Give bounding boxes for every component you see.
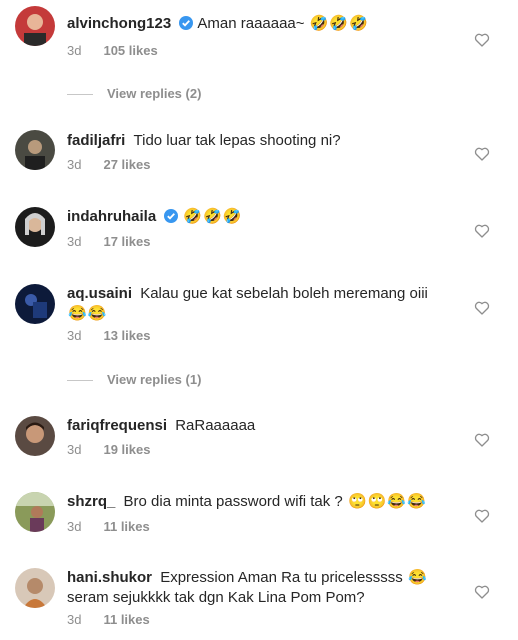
- comment-meta: 3d 27 likes: [67, 157, 150, 173]
- comment-time: 3d: [67, 612, 82, 627]
- view-replies-label[interactable]: View replies (1): [107, 372, 201, 387]
- verified-badge-icon: [179, 16, 194, 36]
- comment-text: Expression Aman Ra tu pricelesssss: [160, 569, 403, 586]
- emoji: 🤣: [349, 15, 368, 32]
- avatar[interactable]: [15, 568, 55, 608]
- comment-meta: 3d 17 likes: [67, 234, 150, 250]
- comment-time: 3d: [67, 442, 82, 457]
- comment-meta: 3d 105 likes: [67, 43, 158, 59]
- comment-time: 3d: [67, 157, 82, 172]
- comment-username[interactable]: shzrq_: [67, 493, 120, 510]
- heart-icon[interactable]: [474, 223, 490, 239]
- verified-badge-icon: [164, 209, 179, 229]
- comment-text-continued: seram sejukkkk tak dgn Kak Lina Pom Pom?: [67, 589, 365, 606]
- emoji: 😂: [407, 493, 426, 510]
- comment-meta: 3d 11 likes: [67, 612, 150, 628]
- heart-icon[interactable]: [474, 508, 490, 524]
- comment-time: 3d: [67, 234, 82, 249]
- comment-meta: 3d 11 likes: [67, 519, 150, 535]
- heart-icon[interactable]: [474, 432, 490, 448]
- comment-username[interactable]: fadiljafri: [67, 132, 130, 149]
- comment-username[interactable]: aq.usaini: [67, 285, 136, 302]
- comment-likes[interactable]: 27 likes: [103, 157, 150, 172]
- avatar[interactable]: [15, 492, 55, 532]
- comment-likes[interactable]: 11 likes: [103, 519, 149, 534]
- comment-username[interactable]: alvinchong123: [67, 15, 175, 32]
- avatar[interactable]: [15, 416, 55, 456]
- heart-icon[interactable]: [474, 584, 490, 600]
- comment-likes[interactable]: 13 likes: [103, 328, 150, 343]
- emoji: 🤣: [309, 15, 329, 32]
- comment-text: RaRaaaaaa: [175, 417, 256, 434]
- emoji: 🙄: [367, 493, 387, 510]
- comment-text: Aman raaaaaa~: [197, 15, 305, 32]
- view-replies-label[interactable]: View replies (2): [107, 86, 201, 101]
- comment-text: Tido luar tak lepas shooting ni?: [133, 132, 341, 149]
- emoji: 🤣: [329, 15, 349, 32]
- comment-body: hani.shukor Expression Aman Ra tu pricel…: [67, 568, 457, 608]
- avatar[interactable]: [15, 284, 55, 324]
- comment-text: Bro dia minta password wifi tak ?: [123, 493, 343, 510]
- avatar[interactable]: [15, 130, 55, 170]
- comment-likes[interactable]: 105 likes: [103, 43, 157, 58]
- comment-username[interactable]: indahruhaila: [67, 208, 160, 225]
- emoji: 🤣: [203, 208, 222, 225]
- comment-time: 3d: [67, 519, 82, 534]
- comment-body: fariqfrequensi RaRaaaaaa: [67, 416, 457, 436]
- replies-divider: [67, 380, 93, 381]
- comment-body: shzrq_ Bro dia minta password wifi tak ?…: [67, 492, 457, 512]
- comment-meta: 3d 13 likes: [67, 328, 150, 344]
- replies-divider: [67, 94, 93, 95]
- emoji: 😂: [387, 493, 407, 510]
- comment-body: fadiljafri Tido luar tak lepas shooting …: [67, 131, 457, 151]
- emoji: 🤣: [222, 208, 242, 225]
- heart-icon[interactable]: [474, 300, 490, 316]
- avatar[interactable]: [15, 207, 55, 247]
- comment-time: 3d: [67, 43, 82, 58]
- heart-icon[interactable]: [474, 146, 490, 162]
- emoji: 😂: [87, 305, 107, 322]
- avatar[interactable]: [15, 6, 55, 46]
- emoji: 😂: [68, 305, 87, 322]
- comment-body: indahruhaila 🤣🤣🤣: [67, 207, 457, 229]
- comment-meta: 3d 19 likes: [67, 442, 150, 458]
- comment-likes[interactable]: 11 likes: [103, 612, 149, 627]
- comment-likes[interactable]: 19 likes: [103, 442, 150, 457]
- comment-username[interactable]: fariqfrequensi: [67, 417, 171, 434]
- comment-username[interactable]: hani.shukor: [67, 569, 156, 586]
- comment-text: Kalau gue kat sebelah boleh meremang oii…: [140, 285, 428, 302]
- comment-body: alvinchong123 Aman raaaaaa~ 🤣🤣🤣: [67, 14, 457, 36]
- heart-icon[interactable]: [474, 32, 490, 48]
- emoji: 🙄: [347, 493, 367, 510]
- emoji: 😂: [407, 569, 427, 586]
- comment-time: 3d: [67, 328, 82, 343]
- comment-body: aq.usaini Kalau gue kat sebelah boleh me…: [67, 284, 457, 324]
- emoji: 🤣: [183, 208, 203, 225]
- comment-likes[interactable]: 17 likes: [103, 234, 150, 249]
